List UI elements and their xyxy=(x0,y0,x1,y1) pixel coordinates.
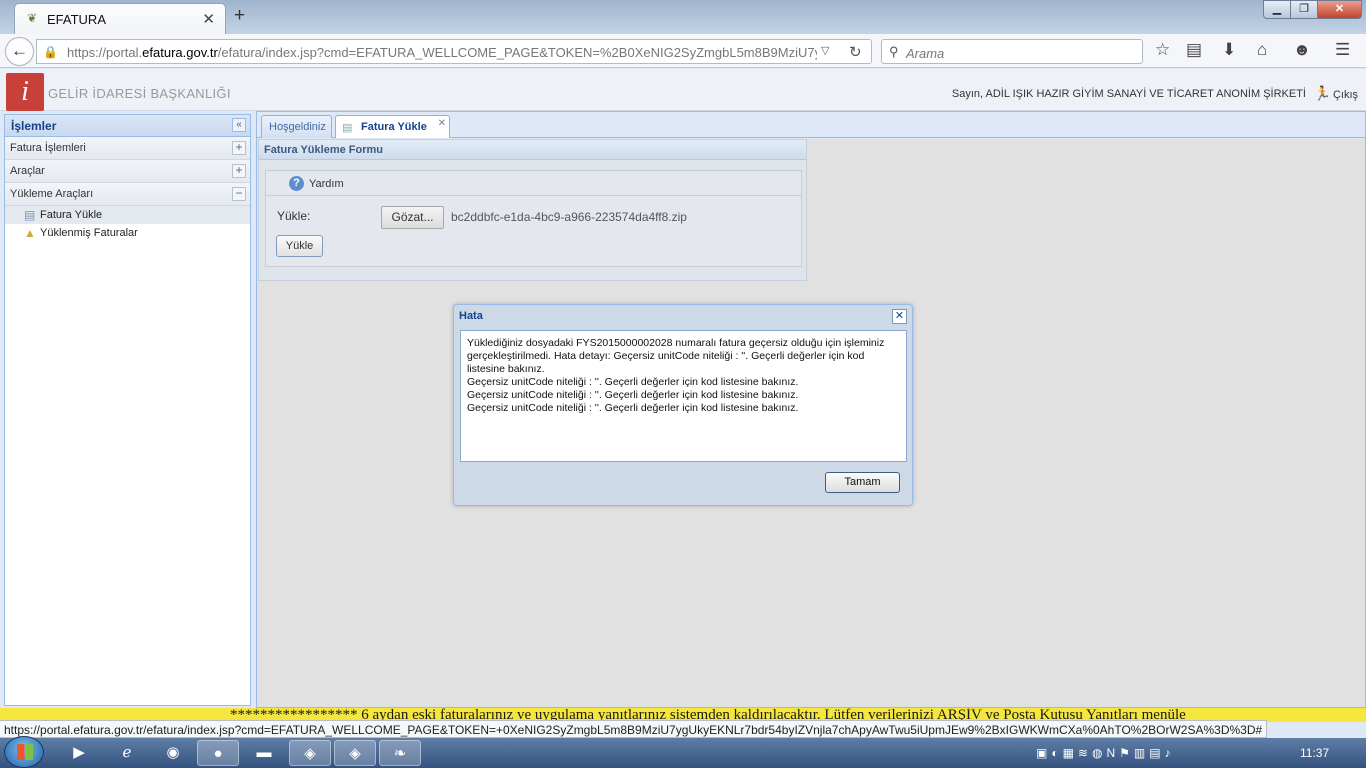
home-icon[interactable]: ⌂ xyxy=(1257,40,1267,60)
downloads-icon[interactable]: ⬇ xyxy=(1222,40,1236,60)
url-host: efatura.gov.tr xyxy=(142,45,218,60)
internet-explorer-icon[interactable]: ℯ xyxy=(106,740,148,766)
form-title: Fatura Yükleme Formu xyxy=(264,144,383,156)
document-icon: ▤ xyxy=(342,122,353,134)
upload-field-label: Yükle: xyxy=(277,209,311,223)
sidebar-section-araclar[interactable]: Araçlar + xyxy=(5,160,250,183)
selected-file-name: bc2ddbfc-e1da-4bc9-a966-223574da4ff8.zip xyxy=(451,210,687,224)
bookmark-star-icon[interactable]: ☆ xyxy=(1155,40,1170,60)
tab-label: Fatura Yükle xyxy=(361,121,427,133)
expand-icon[interactable]: + xyxy=(232,141,246,155)
close-tab-icon[interactable]: ✕ xyxy=(202,10,215,28)
tab-fatura-yukle[interactable]: ▤ Fatura Yükle ✕ xyxy=(335,115,450,138)
error-dialog: Hata ✕ Yüklediğiniz dosyadaki FYS2015000… xyxy=(453,304,913,506)
running-man-icon: 🏃 xyxy=(1313,85,1331,101)
sidebar: İşlemler « Fatura İşlemleri + Araçlar + … xyxy=(4,114,251,706)
sidebar-item-yuklenmis-faturalar[interactable]: ▲ Yüklenmiş Faturalar xyxy=(5,224,250,242)
help-label: Yardım xyxy=(309,178,344,190)
reading-list-icon[interactable]: ▤ xyxy=(1186,40,1202,60)
form-panel-header: Fatura Yükleme Formu xyxy=(259,140,806,160)
search-bar[interactable]: ⚲ Arama xyxy=(881,39,1143,64)
windows-logo-icon xyxy=(17,744,33,760)
windows-taskbar: ▶ ℯ ◉ ● ▬ ◈ ◈ ❧ ▣◐▦≋◍N⚑▥▤♪ 11:37 xyxy=(0,736,1366,768)
sidebar-section-label: Araçlar xyxy=(10,165,45,177)
logout-label: Çıkış xyxy=(1332,89,1358,101)
status-url: https://portal.efatura.gov.tr/efatura/in… xyxy=(0,720,1268,738)
reload-icon[interactable]: ↻ xyxy=(849,43,862,61)
help-icon[interactable]: ? xyxy=(289,176,304,191)
new-tab-icon[interactable]: + xyxy=(234,5,245,27)
close-dialog-icon[interactable]: ✕ xyxy=(892,309,907,324)
maximize-window-button[interactable]: ❐ xyxy=(1290,0,1318,19)
error-message-box[interactable]: Yüklediğiniz dosyadaki FYS2015000002028 … xyxy=(460,330,907,462)
sidebar-header: İşlemler « xyxy=(5,115,250,137)
address-bar[interactable]: 🔒 https://portal.efatura.gov.tr/efatura/… xyxy=(36,39,872,64)
url-path: /efatura/index.jsp?cmd=EFATURA_WELLCOME_… xyxy=(217,45,817,60)
efatura-favicon-icon: ❦ xyxy=(27,11,38,25)
site-header: i GELİR İDARESİ BAŞKANLIĞI Sayın, ADİL I… xyxy=(0,69,1366,111)
collapse-sidebar-icon[interactable]: « xyxy=(232,118,246,132)
tab-hosgeldiniz[interactable]: Hoşgeldiniz xyxy=(261,115,332,138)
help-legend[interactable]: ? Yardım xyxy=(266,171,801,196)
browser-tab-title: EFATURA xyxy=(47,12,106,27)
gib-logo: i xyxy=(6,73,44,111)
document-upload-icon: ▤ xyxy=(24,208,36,222)
sidebar-item-fatura-yukle[interactable]: ▤ Fatura Yükle xyxy=(5,206,250,224)
content-tabstrip: Hoşgeldiniz ▤ Fatura Yükle ✕ xyxy=(257,112,1365,138)
error-message-line: Yüklediğiniz dosyadaki FYS2015000002028 … xyxy=(467,337,885,375)
browse-button[interactable]: Gözat... xyxy=(381,206,444,229)
lock-icon: 🔒 xyxy=(43,45,58,59)
upload-button[interactable]: Yükle xyxy=(276,235,323,257)
dialog-header: Hata ✕ xyxy=(454,305,912,327)
expand-icon[interactable]: + xyxy=(232,164,246,178)
ok-button[interactable]: Tamam xyxy=(825,472,900,493)
upload-fieldset: ? Yardım Yükle: Gözat... bc2ddbfc-e1da-4… xyxy=(265,170,802,267)
firefox-icon[interactable]: ● xyxy=(197,740,239,766)
hello-chat-icon[interactable]: ☻ xyxy=(1293,40,1311,60)
chrome-icon[interactable]: ◉ xyxy=(152,740,194,766)
error-message-line: Geçersiz unitCode niteliği : ''. Geçerli… xyxy=(467,402,799,414)
sidebar-title: İşlemler xyxy=(11,119,57,133)
system-tray-icons[interactable]: ▣◐▦≋◍N⚑▥▤♪ xyxy=(1036,746,1175,760)
sidebar-section-label: Fatura İşlemleri xyxy=(10,142,86,154)
uploaded-invoices-icon: ▲ xyxy=(24,226,36,240)
logout-link[interactable]: 🏃 Çıkış xyxy=(1314,85,1359,102)
menu-icon[interactable]: ☰ xyxy=(1335,40,1350,60)
file-explorer-icon[interactable]: ▬ xyxy=(243,740,285,766)
taskbar-clock[interactable]: 11:37 xyxy=(1300,746,1329,760)
upload-form-panel: Fatura Yükleme Formu ? Yardım Yükle: Göz… xyxy=(258,139,807,281)
error-message-line: Geçersiz unitCode niteliği : ''. Geçerli… xyxy=(467,376,799,388)
url-prefix: https://portal. xyxy=(67,45,143,60)
sidebar-section-label: Yükleme Araçları xyxy=(10,188,94,200)
browser-titlebar: ❦ EFATURA ✕ + ▁ ❐ ✕ xyxy=(0,0,1366,34)
url-dropdown-icon[interactable]: ▽ xyxy=(821,44,829,57)
address-url[interactable]: https://portal.efatura.gov.tr/efatura/in… xyxy=(67,45,817,60)
user-greeting: Sayın, ADİL IŞIK HAZIR GİYİM SANAYİ VE T… xyxy=(951,88,1306,100)
sidebar-section-fatura-islemleri[interactable]: Fatura İşlemleri + xyxy=(5,137,250,160)
back-button[interactable]: ← xyxy=(5,37,34,66)
media-player-icon[interactable]: ▶ xyxy=(58,740,100,766)
close-tab-icon[interactable]: ✕ xyxy=(438,118,446,129)
window-controls: ▁ ❐ ✕ xyxy=(1263,0,1362,20)
search-icon: ⚲ xyxy=(889,44,899,59)
collapse-icon[interactable]: − xyxy=(232,187,246,201)
sidebar-section-yukleme-araclari[interactable]: Yükleme Araçları − xyxy=(5,183,250,206)
app-window-icon[interactable]: ◈ xyxy=(289,740,331,766)
search-placeholder: Arama xyxy=(906,46,945,61)
browser-navbar: ← 🔒 https://portal.efatura.gov.tr/efatur… xyxy=(0,34,1366,68)
browser-tab[interactable]: ❦ EFATURA ✕ xyxy=(14,3,226,34)
brand-name: GELİR İDARESİ BAŞKANLIĞI xyxy=(48,86,231,101)
start-button[interactable] xyxy=(4,736,44,768)
leaf-app-icon[interactable]: ❧ xyxy=(379,740,421,766)
dialog-title: Hata xyxy=(459,310,483,322)
page: i GELİR İDARESİ BAŞKANLIĞI Sayın, ADİL I… xyxy=(0,69,1366,708)
sidebar-item-label: Yüklenmiş Faturalar xyxy=(40,227,138,239)
close-window-button[interactable]: ✕ xyxy=(1317,0,1362,19)
minimize-window-button[interactable]: ▁ xyxy=(1263,0,1291,19)
sidebar-item-label: Fatura Yükle xyxy=(40,209,103,221)
error-message-line: Geçersiz unitCode niteliği : ''. Geçerli… xyxy=(467,389,799,401)
app-window-icon[interactable]: ◈ xyxy=(334,740,376,766)
tab-label: Hoşgeldiniz xyxy=(269,121,326,133)
